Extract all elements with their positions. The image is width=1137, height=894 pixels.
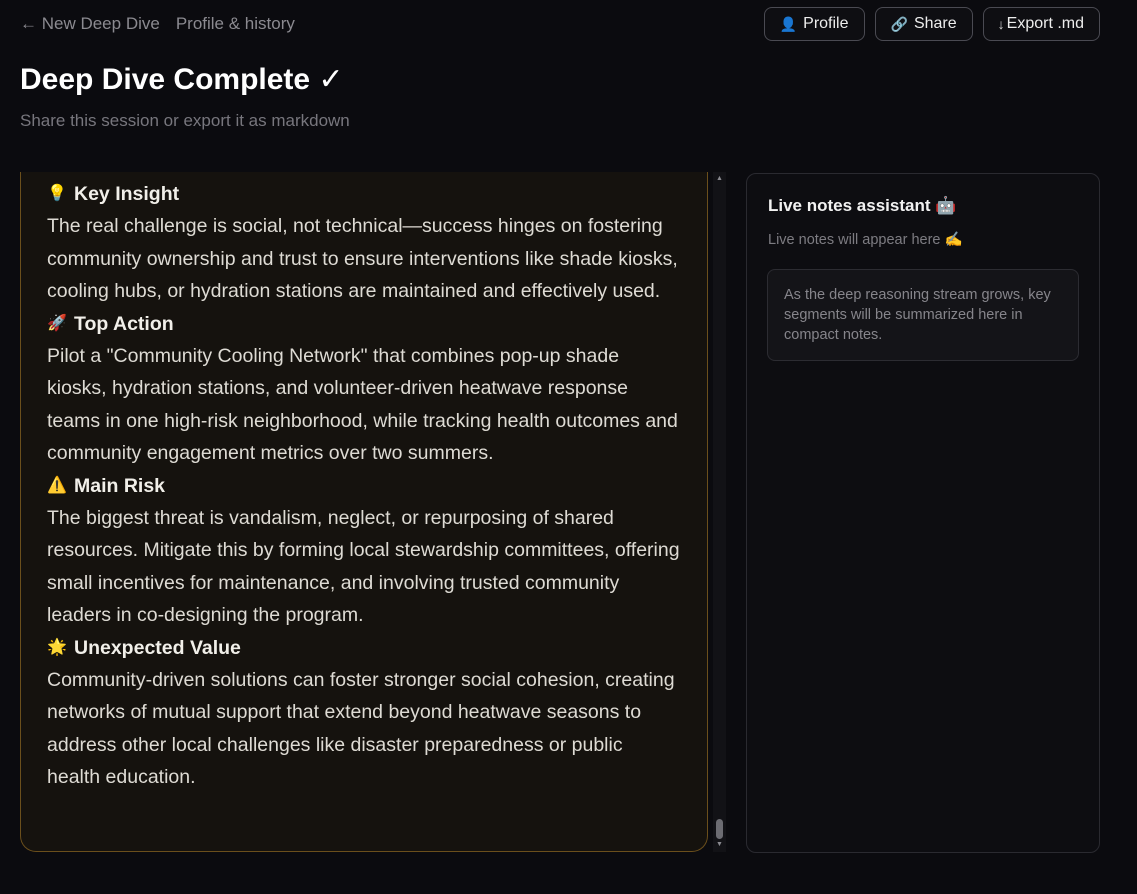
lightbulb-icon: 💡 bbox=[47, 185, 67, 202]
section-body: The real challenge is social, not techni… bbox=[47, 215, 678, 302]
action-bar: 👤 Profile 🔗 Share ↓ Export .md bbox=[763, 7, 1100, 41]
history-link[interactable]: Profile & history bbox=[176, 14, 295, 34]
back-link[interactable]: ← New Deep Dive bbox=[20, 14, 160, 34]
warning-icon: ⚠️ bbox=[47, 476, 67, 494]
section-heading: Key Insight bbox=[74, 183, 180, 205]
page-subtitle: Share this session or export it as markd… bbox=[20, 111, 350, 130]
section-heading: Main Risk bbox=[74, 474, 166, 497]
result-sections: 💡 Key Insight The real challenge is soci… bbox=[21, 172, 707, 794]
scroll-up-arrow-icon[interactable]: ▲ bbox=[713, 174, 726, 184]
notes-title: Live notes assistant 🤖 bbox=[768, 196, 957, 215]
live-notes-panel: Live notes assistant 🤖 Live notes will a… bbox=[746, 173, 1100, 853]
profile-button-label: Profile bbox=[803, 15, 849, 32]
download-arrow-icon: ↓ bbox=[997, 16, 1005, 32]
result-card[interactable]: 💡 Key Insight The real challenge is soci… bbox=[20, 172, 708, 852]
scrollbar-thumb[interactable] bbox=[716, 819, 723, 839]
share-button[interactable]: 🔗 Share bbox=[874, 7, 973, 41]
top-nav: ← New Deep Dive Profile & history bbox=[20, 14, 295, 34]
section-heading: Top Action bbox=[74, 312, 174, 335]
section-top-action: 🚀 Top Action Pilot a "Community Cooling … bbox=[47, 308, 681, 470]
link-icon: 🔗 bbox=[890, 15, 908, 32]
section-main-risk: ⚠️ Main Risk The biggest threat is vanda… bbox=[47, 470, 681, 632]
share-button-label: Share bbox=[913, 15, 957, 32]
export-button-label: Export .md bbox=[1006, 15, 1084, 32]
section-body: Community-driven solutions can foster st… bbox=[47, 668, 675, 789]
section-heading: Unexpected Value bbox=[74, 636, 241, 659]
section-unexpected-value: 🌟 Unexpected Value Community-driven solu… bbox=[47, 632, 681, 794]
notes-placeholder: As the deep reasoning stream grows, key … bbox=[767, 269, 1079, 361]
page: ← New Deep Dive Profile & history 👤 Prof… bbox=[0, 0, 1137, 894]
export-button[interactable]: ↓ Export .md bbox=[982, 7, 1100, 41]
section-body: The biggest threat is vandalism, neglect… bbox=[47, 506, 680, 627]
section-key-insight: 💡 Key Insight The real challenge is soci… bbox=[47, 178, 681, 308]
scroll-down-arrow-icon[interactable]: ▼ bbox=[713, 840, 726, 850]
result-scrollbar[interactable]: ▲ ▼ bbox=[713, 172, 726, 852]
notes-hint: Live notes will appear here ✍️ bbox=[768, 232, 963, 248]
star-icon: 🌟 bbox=[47, 638, 67, 656]
profile-button[interactable]: 👤 Profile bbox=[763, 7, 865, 41]
rocket-icon: 🚀 bbox=[47, 314, 67, 332]
profile-icon: 👤 bbox=[779, 15, 798, 32]
page-title: Deep Dive Complete ✓ bbox=[20, 63, 344, 96]
section-body: Pilot a "Community Cooling Network" that… bbox=[47, 344, 678, 465]
